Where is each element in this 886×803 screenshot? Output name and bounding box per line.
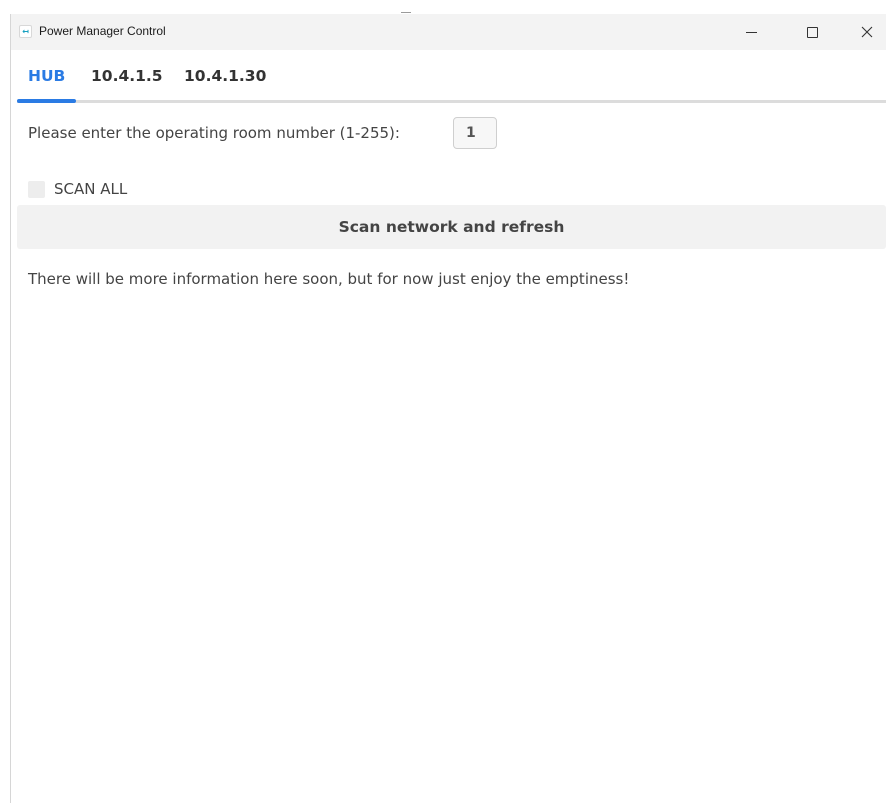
close-button[interactable] — [847, 14, 886, 50]
maximize-icon — [806, 26, 818, 38]
minimize-button[interactable] — [728, 14, 774, 50]
app-window: ↤ Power Manager Control HUB 10.4.1.5 10.… — [10, 14, 886, 803]
info-message: There will be more information here soon… — [28, 270, 630, 288]
window-title: Power Manager Control — [39, 24, 166, 38]
tab-10-4-1-30[interactable]: 10.4.1.30 — [184, 67, 266, 85]
minimize-icon — [745, 31, 757, 33]
tab-track — [17, 100, 886, 103]
desktop-background — [0, 0, 886, 14]
room-number-input[interactable] — [453, 117, 497, 149]
scan-refresh-button[interactable]: Scan network and refresh — [17, 205, 886, 249]
scan-all-checkbox[interactable] — [28, 180, 45, 198]
room-number-row: Please enter the operating room number (… — [28, 117, 497, 149]
close-icon — [861, 26, 873, 38]
desktop-mark — [401, 12, 411, 13]
tab-bar: HUB 10.4.1.5 10.4.1.30 — [11, 50, 886, 104]
power-manager-icon: ↤ — [19, 25, 32, 38]
title-bar[interactable]: ↤ Power Manager Control — [11, 14, 886, 50]
tab-10-4-1-5[interactable]: 10.4.1.5 — [91, 67, 163, 85]
scan-all-option[interactable]: SCAN ALL — [28, 180, 127, 198]
tab-hub[interactable]: HUB — [28, 67, 65, 85]
scan-all-label: SCAN ALL — [54, 180, 128, 198]
active-tab-indicator — [17, 99, 76, 103]
maximize-button[interactable] — [789, 14, 835, 50]
room-number-label: Please enter the operating room number (… — [28, 124, 400, 142]
